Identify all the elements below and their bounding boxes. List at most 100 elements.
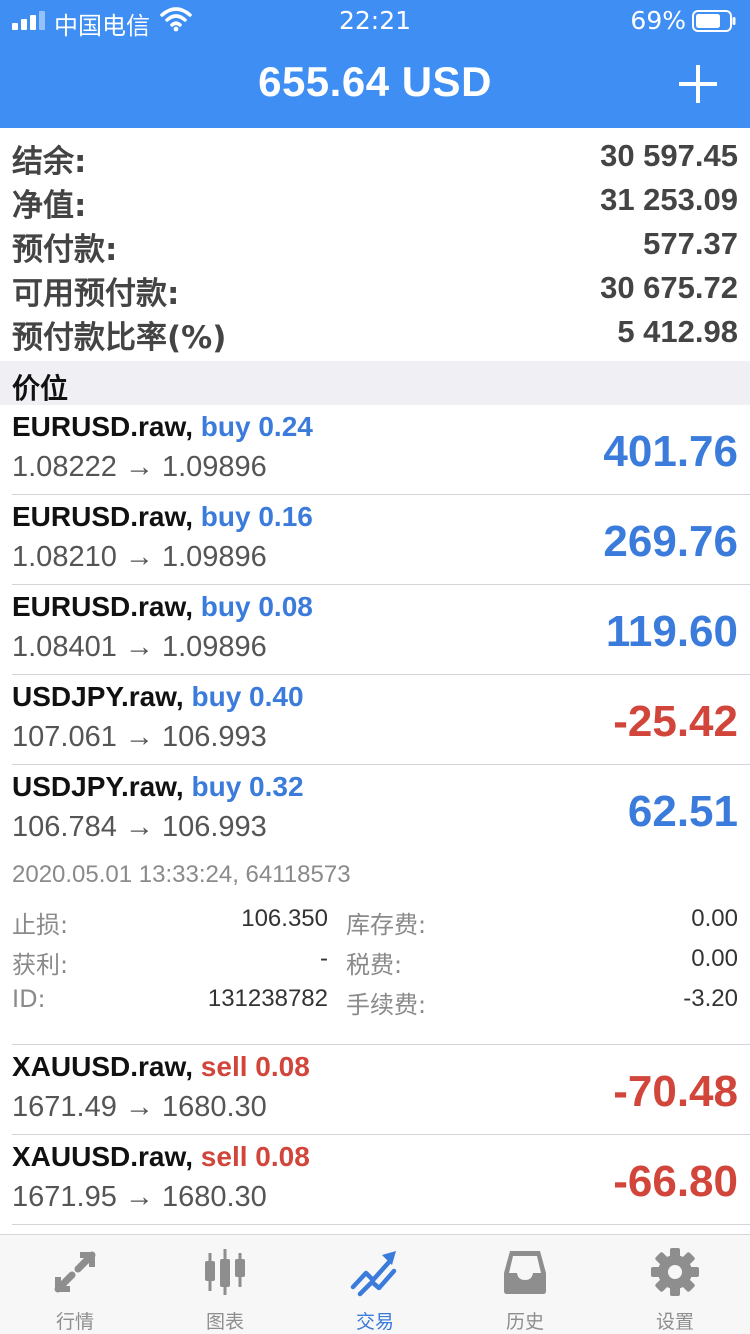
candlestick-chart-icon (205, 1249, 245, 1295)
position-prices: 1.08222 → 1.09896 (12, 451, 267, 483)
swap-value: 0.00 (691, 905, 738, 932)
position-symbol-line: XAUUSD.raw, sell 0.08 (12, 1051, 310, 1083)
position-prices: 1.08210 → 1.09896 (12, 541, 267, 573)
summary-value: 5 412.98 (617, 314, 738, 349)
summary-label: 预付款比率(%) (12, 320, 227, 356)
bottom-tab-bar: 行情 图表 交易 历史 设置 (0, 1234, 750, 1334)
positions-section-header: 价位 (0, 361, 750, 405)
swap-label: 库存费: (346, 911, 427, 939)
summary-equity: 净值: 31 253.09 (0, 178, 750, 224)
tab-charts[interactable]: 图表 (150, 1235, 300, 1334)
tab-history[interactable]: 历史 (450, 1235, 600, 1334)
status-bar: 中国电信 22:21 69% (0, 0, 750, 40)
position-row[interactable]: EURUSD.raw, buy 0.08 1.08401 → 1.09896 1… (0, 585, 750, 675)
position-profit: -25.42 (613, 697, 738, 746)
position-row[interactable]: EURUSD.raw, buy 0.24 1.08222 → 1.09896 4… (0, 405, 750, 495)
summary-value: 30 597.45 (600, 138, 738, 173)
position-prices: 106.784 → 106.993 (12, 811, 267, 843)
summary-label: 可用预付款: (12, 276, 180, 312)
position-profit: -70.48 (613, 1067, 738, 1116)
app-header: 中国电信 22:21 69% 655.64 USD (0, 0, 750, 128)
id-label: ID: (12, 985, 46, 1013)
section-title: 价位 (12, 372, 69, 405)
position-symbol-line: USDJPY.raw, buy 0.32 (12, 771, 304, 803)
tab-label: 设置 (655, 1311, 694, 1333)
position-symbol-line: EURUSD.raw, buy 0.24 (12, 411, 313, 443)
position-profit: -66.80 (613, 1157, 738, 1206)
position-symbol-line: EURUSD.raw, buy 0.16 (12, 501, 313, 533)
position-symbol: EURUSD.raw, (12, 591, 194, 622)
position-side: sell 0.08 (200, 1051, 310, 1082)
position-row-expanded[interactable]: USDJPY.raw, buy 0.32 106.784 → 106.993 6… (0, 765, 750, 855)
summary-value: 31 253.09 (600, 182, 738, 217)
summary-margin: 预付款: 577.37 (0, 222, 750, 268)
summary-free-margin: 可用预付款: 30 675.72 (0, 266, 750, 312)
summary-label: 预付款: (12, 232, 118, 268)
position-side: buy 0.40 (191, 681, 304, 712)
position-side: buy 0.08 (200, 591, 313, 622)
commission-label: 手续费: (346, 991, 427, 1019)
position-profit: 401.76 (603, 427, 738, 476)
position-profit: 62.51 (627, 787, 738, 836)
summary-value: 30 675.72 (600, 270, 738, 305)
tab-label: 交易 (355, 1311, 394, 1333)
position-symbol: USDJPY.raw, (12, 771, 184, 802)
position-prices: 1671.49 → 1680.30 (12, 1091, 267, 1123)
position-symbol-line: EURUSD.raw, buy 0.08 (12, 591, 313, 623)
stop-loss-value: 106.350 (241, 905, 328, 932)
id-value: 131238782 (207, 985, 328, 1012)
position-symbol-line: USDJPY.raw, buy 0.40 (12, 681, 304, 713)
commission-value: -3.20 (683, 985, 738, 1012)
position-prices: 1.08401 → 1.09896 (12, 631, 267, 663)
position-side: sell 0.08 (200, 1141, 310, 1172)
position-side: buy 0.16 (200, 501, 313, 532)
carrier-name: 中国电信 (54, 12, 150, 40)
tab-quotes[interactable]: 行情 (0, 1235, 150, 1334)
battery-icon (692, 10, 736, 32)
summary-balance: 结余: 30 597.45 (0, 134, 750, 180)
summary-value: 577.37 (643, 226, 738, 261)
account-profit-title: 655.64 USD (258, 58, 492, 105)
position-symbol: USDJPY.raw, (12, 681, 184, 712)
tab-label: 历史 (505, 1311, 544, 1333)
tab-trade[interactable]: 交易 (300, 1235, 450, 1334)
tab-label: 行情 (55, 1311, 94, 1333)
details-line: ID: 131238782 手续费: -3.20 (0, 985, 750, 1025)
position-symbol: EURUSD.raw, (12, 411, 194, 442)
position-row[interactable]: XAUUSD.raw, sell 0.08 1671.95 → 1680.30 … (0, 1135, 750, 1225)
quotes-arrows-icon (54, 1251, 96, 1293)
position-row[interactable]: USDJPY.raw, buy 0.40 107.061 → 106.993 -… (0, 675, 750, 765)
new-order-plus-icon[interactable] (676, 62, 720, 106)
nav-bar: 655.64 USD (0, 40, 750, 128)
wifi-icon (160, 7, 192, 32)
history-inbox-icon (504, 1251, 546, 1294)
account-summary: 结余: 30 597.45 净值: 31 253.09 预付款: 577.37 … (0, 134, 750, 356)
position-symbol-line: XAUUSD.raw, sell 0.08 (12, 1141, 310, 1173)
stop-loss-label: 止损: (12, 911, 69, 939)
position-prices: 1671.95 → 1680.30 (12, 1181, 267, 1213)
position-details: 2020.05.01 13:33:24, 64118573 止损: 106.35… (0, 855, 750, 1045)
position-row[interactable]: XAUUSD.raw, sell 0.08 1671.49 → 1680.30 … (0, 1045, 750, 1135)
position-side: buy 0.32 (191, 771, 304, 802)
summary-margin-level: 预付款比率(%) 5 412.98 (0, 310, 750, 356)
gear-icon (651, 1248, 699, 1296)
summary-label: 净值: (12, 188, 87, 224)
position-prices: 107.061 → 106.993 (12, 721, 267, 753)
positions-list: EURUSD.raw, buy 0.24 1.08222 → 1.09896 4… (0, 405, 750, 1225)
position-profit: 119.60 (605, 607, 738, 656)
details-line: 止损: 106.350 库存费: 0.00 (0, 905, 750, 945)
signal-strength-icon (12, 11, 45, 30)
battery-percentage: 69% (630, 6, 686, 35)
position-symbol: EURUSD.raw, (12, 501, 194, 532)
tab-settings[interactable]: 设置 (600, 1235, 750, 1334)
details-line: 获利: - 税费: 0.00 (0, 945, 750, 985)
position-side: buy 0.24 (200, 411, 313, 442)
row-divider (12, 1224, 750, 1225)
trade-trend-icon (350, 1251, 397, 1297)
position-symbol: XAUUSD.raw, (12, 1051, 194, 1082)
position-row[interactable]: EURUSD.raw, buy 0.16 1.08210 → 1.09896 2… (0, 495, 750, 585)
summary-label: 结余: (12, 144, 87, 180)
taxes-value: 0.00 (691, 945, 738, 972)
position-open-time: 2020.05.01 13:33:24, 64118573 (12, 861, 351, 888)
tab-label: 图表 (205, 1311, 244, 1333)
